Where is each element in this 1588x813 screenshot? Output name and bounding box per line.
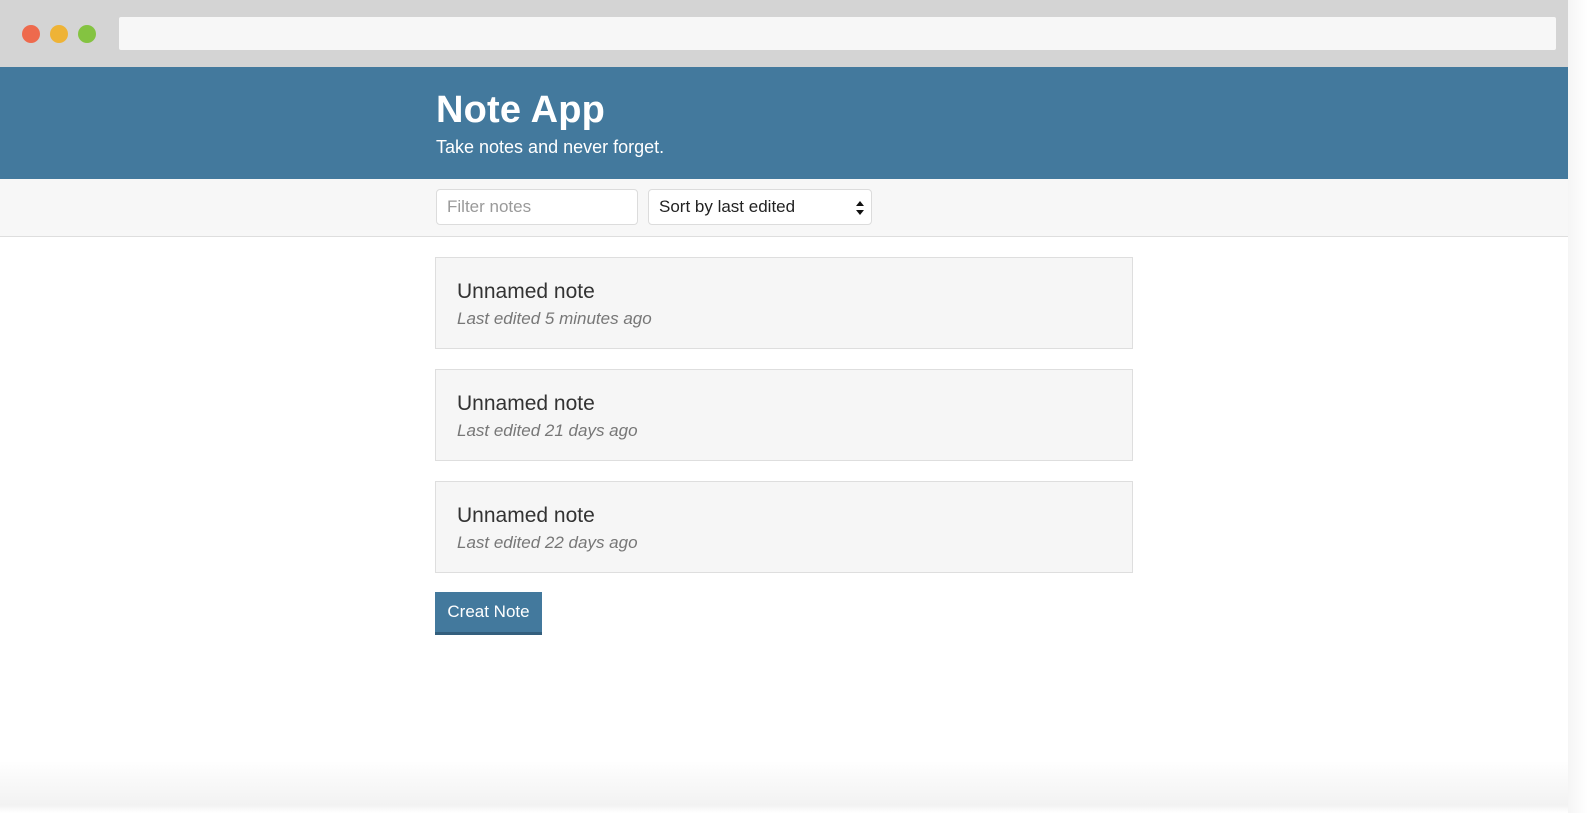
sort-select[interactable]: Sort by last edited [648,189,872,225]
note-last-edited: Last edited 22 days ago [457,533,638,552]
note-title: Unnamed note [457,392,595,415]
note-title: Unnamed note [457,504,595,527]
browser-window: Note App Take notes and never forget. So… [0,0,1568,803]
note-last-edited: Last edited 21 days ago [457,421,638,440]
browser-chrome [0,0,1568,67]
address-bar[interactable] [119,17,1556,50]
app-header: Note App Take notes and never forget. [0,67,1568,179]
note-last-edited: Last edited 5 minutes ago [457,309,652,328]
window-shadow-right [1568,0,1588,813]
app-title: Note App [436,89,606,131]
create-note-button[interactable]: Creat Note [435,592,542,635]
note-title: Unnamed note [457,280,595,303]
sort-select-value: Sort by last edited [659,197,796,216]
note-item[interactable]: Unnamed note Last edited 21 days ago [435,369,1133,461]
app-subtitle: Take notes and never forget. [436,137,665,157]
minimize-window-button[interactable] [50,25,68,43]
note-item[interactable]: Unnamed note Last edited 22 days ago [435,481,1133,573]
sort-arrows-icon [856,201,864,215]
notes-toolbar: Sort by last edited [0,179,1568,237]
note-item[interactable]: Unnamed note Last edited 5 minutes ago [435,257,1133,349]
maximize-window-button[interactable] [78,25,96,43]
close-window-button[interactable] [22,25,40,43]
filter-notes-input[interactable] [436,189,638,225]
